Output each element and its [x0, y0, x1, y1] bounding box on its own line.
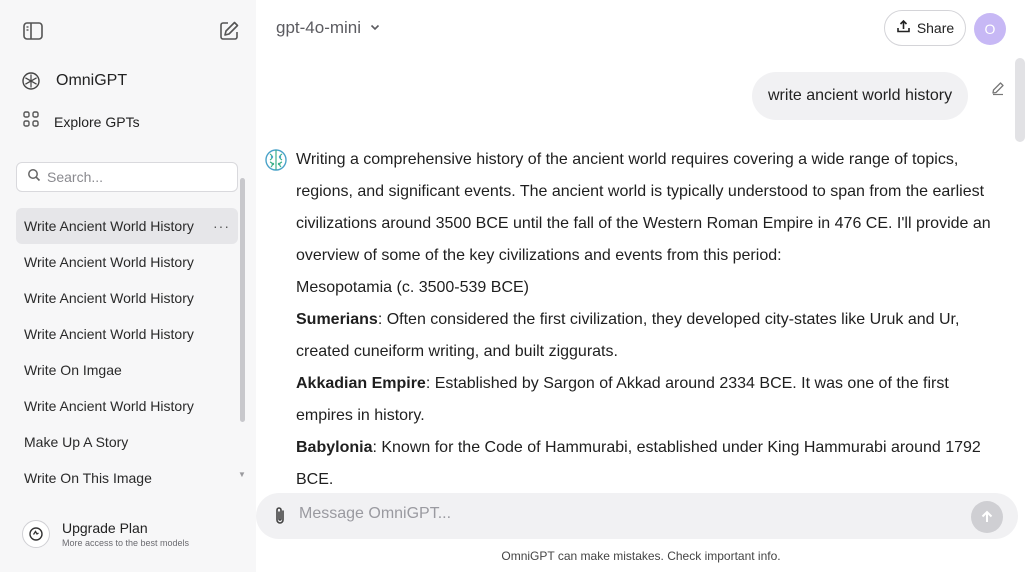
grid-icon: [22, 110, 40, 133]
message-input[interactable]: [299, 505, 899, 523]
explore-gpts-link[interactable]: Explore GPTs: [22, 110, 140, 133]
response-item-term: Babylonia: [296, 439, 373, 456]
upgrade-title: Upgrade Plan: [62, 520, 148, 536]
explore-label: Explore GPTs: [54, 113, 140, 130]
chat-item-label: Write Ancient World History: [24, 218, 194, 234]
omnigpt-logo-icon: [20, 70, 42, 92]
model-name: gpt-4o-mini: [276, 18, 362, 37]
response-item: Babylonia: Known for the Code of Hammura…: [296, 432, 1000, 490]
search-input[interactable]: [47, 169, 227, 185]
chat-item-label: Write On Imgae: [24, 362, 122, 378]
response-item-text: : Known for the Code of Hammurabi, estab…: [296, 439, 981, 488]
chat-item[interactable]: Write Ancient World History: [16, 280, 238, 316]
search-box[interactable]: [16, 162, 238, 192]
brand-name: OmniGPT: [56, 72, 128, 89]
disclaimer-text: OmniGPT can make mistakes. Check importa…: [501, 549, 781, 563]
user-message-text: write ancient world history: [768, 87, 953, 104]
upload-icon: [896, 19, 911, 37]
response-intro: Writing a comprehensive history of the a…: [296, 151, 991, 264]
response-item-term: Akkadian Empire: [296, 375, 426, 392]
share-label: Share: [916, 20, 955, 36]
chat-item-active[interactable]: Write Ancient World History ···: [16, 208, 238, 244]
chat-item-label: Write On This Image: [24, 470, 152, 486]
chat-item[interactable]: Write Ancient World History: [16, 316, 238, 352]
chevron-down-icon: [369, 18, 381, 38]
sidebar-scrollbar[interactable]: [240, 178, 245, 422]
new-chat-icon[interactable]: [218, 20, 240, 42]
response-section-heading: Mesopotamia (c. 3500-539 BCE): [296, 279, 529, 296]
upgrade-subtitle: More access to the best models: [62, 538, 190, 548]
assistant-response: Writing a comprehensive history of the a…: [296, 144, 1000, 490]
chat-item[interactable]: Write On This Image: [16, 460, 238, 486]
sidebar-toggle-icon[interactable]: [22, 20, 44, 42]
response-item: Akkadian Empire: Established by Sargon o…: [296, 368, 1000, 432]
paperclip-icon[interactable]: [270, 505, 290, 527]
bot-brain-icon: [264, 148, 288, 172]
avatar[interactable]: O: [974, 13, 1006, 45]
arrow-up-icon: [981, 510, 993, 522]
chat-item-label: Write Ancient World History: [24, 254, 194, 270]
chat-item-label: Write Ancient World History: [24, 326, 194, 342]
send-button[interactable]: [971, 501, 1003, 533]
chat-history-list: Write Ancient World History ··· Write An…: [16, 208, 238, 486]
response-item-text: : Often considered the first civilizatio…: [296, 311, 960, 360]
chat-item-label: Write Ancient World History: [24, 290, 194, 306]
chat-item[interactable]: Write Ancient World History: [16, 388, 238, 424]
share-button[interactable]: Share: [884, 10, 966, 46]
user-message-bubble: write ancient world history: [752, 72, 969, 120]
sidebar: OmniGPT Explore GPTs Write Ancient World…: [0, 0, 256, 572]
response-item-term: Sumerians: [296, 311, 378, 328]
chat-item-label: Make Up A Story: [24, 434, 129, 450]
brand-link[interactable]: OmniGPT: [20, 70, 127, 92]
message-composer: [256, 493, 1018, 539]
model-selector[interactable]: gpt-4o-mini: [276, 18, 381, 38]
chat-item-label: Write Ancient World History: [24, 398, 194, 414]
chat-item[interactable]: Write On Imgae: [16, 352, 238, 388]
response-item: Sumerians: Often considered the first ci…: [296, 304, 1000, 368]
upgrade-icon: [22, 520, 50, 548]
conversation-scrollbar[interactable]: [1015, 58, 1025, 142]
chat-item[interactable]: Write Ancient World History: [16, 244, 238, 280]
pencil-icon[interactable]: [990, 80, 1006, 96]
scroll-down-arrow-icon[interactable]: ▼: [238, 470, 246, 479]
more-options-icon[interactable]: ···: [213, 218, 230, 234]
search-icon: [27, 168, 41, 187]
upgrade-plan-button[interactable]: Upgrade Plan More access to the best mod…: [22, 520, 189, 548]
chat-item[interactable]: Make Up A Story: [16, 424, 238, 460]
